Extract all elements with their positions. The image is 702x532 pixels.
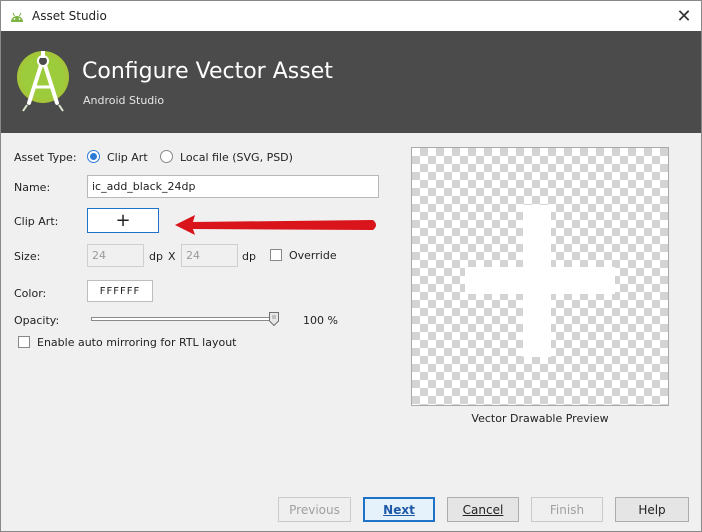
window-title: Asset Studio [32, 9, 107, 23]
vector-preview-canvas [411, 147, 669, 406]
override-checkbox[interactable] [270, 249, 282, 261]
title-bar: Asset Studio ✕ [1, 1, 701, 31]
asset-studio-window: Asset Studio ✕ Configure Vector Asset An… [0, 0, 702, 532]
next-button[interactable]: Next [363, 497, 435, 522]
previous-button[interactable]: Previous [278, 497, 351, 522]
size-separator: X [168, 250, 176, 263]
override-label[interactable]: Override [289, 249, 337, 262]
rtl-mirroring-label[interactable]: Enable auto mirroring for RTL layout [37, 336, 237, 349]
size-label: Size: [14, 250, 41, 263]
add-icon: + [115, 210, 131, 231]
clip-art-button[interactable]: + [87, 208, 159, 233]
size-unit-width: dp [149, 250, 163, 263]
finish-button[interactable]: Finish [531, 497, 603, 522]
clip-art-radio-label[interactable]: Clip Art [107, 151, 148, 164]
local-file-radio[interactable] [160, 150, 173, 163]
preview-plus-horizontal [465, 267, 615, 294]
clip-art-label: Clip Art: [14, 215, 59, 228]
help-button[interactable]: Help [615, 497, 689, 522]
opacity-label: Opacity: [14, 314, 60, 327]
android-icon [11, 12, 23, 22]
size-height-input[interactable]: 24 [181, 244, 238, 267]
page-title: Configure Vector Asset [82, 59, 333, 84]
name-label: Name: [14, 181, 51, 194]
clip-art-radio[interactable] [87, 150, 100, 163]
size-width-input[interactable]: 24 [87, 244, 144, 267]
opacity-value: 100 % [303, 314, 338, 327]
color-picker-button[interactable]: FFFFFF [87, 280, 153, 302]
close-icon: ✕ [676, 5, 692, 27]
local-file-radio-label[interactable]: Local file (SVG, PSD) [180, 151, 293, 164]
cancel-button[interactable]: Cancel [447, 497, 519, 522]
preview-label: Vector Drawable Preview [471, 412, 609, 425]
asset-type-label: Asset Type: [14, 151, 77, 164]
red-arrow-annotation [175, 215, 376, 235]
rtl-mirroring-checkbox[interactable] [18, 336, 30, 348]
name-input[interactable]: ic_add_black_24dp [87, 175, 379, 198]
opacity-slider-thumb[interactable] [269, 312, 279, 326]
page-subtitle: Android Studio [83, 94, 165, 107]
color-label: Color: [14, 287, 47, 300]
wizard-header: Configure Vector Asset Android Studio [1, 31, 701, 133]
opacity-slider-track[interactable] [91, 317, 279, 321]
close-button[interactable]: ✕ [667, 1, 701, 31]
size-unit-height: dp [242, 250, 256, 263]
form-area: Asset Type: Clip Art Local file (SVG, PS… [1, 133, 701, 469]
android-studio-logo-icon [17, 51, 69, 112]
wizard-footer: Previous Next Cancel Finish Help [1, 469, 701, 531]
